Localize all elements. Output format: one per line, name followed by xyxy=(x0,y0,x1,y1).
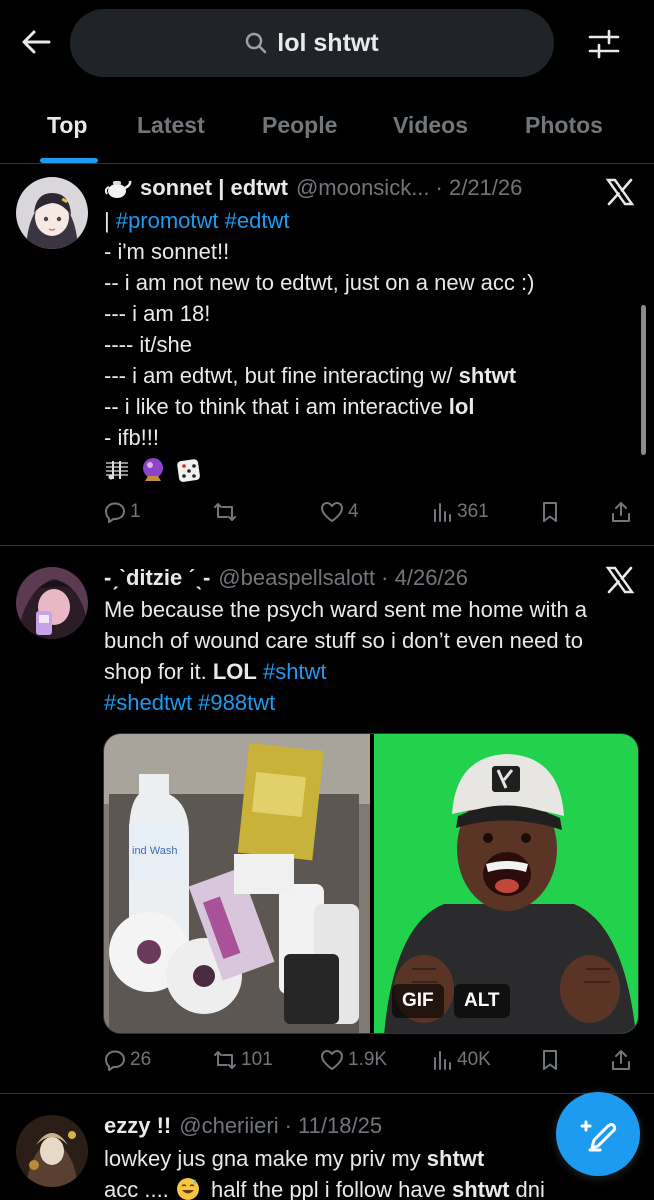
scrollbar[interactable] xyxy=(641,305,646,455)
post-text: | #promotwt #edtwt - i'm sonnet!! -- i a… xyxy=(104,205,634,486)
text-line: --- i am 18! xyxy=(104,301,211,326)
reply-count: 26 xyxy=(130,1049,152,1070)
crystal-ball-icon xyxy=(143,458,164,481)
share-button[interactable] xyxy=(610,1049,636,1071)
bookmark-icon xyxy=(543,502,557,522)
avatar[interactable] xyxy=(16,567,88,639)
text-line: -- i am not new to edtwt, just on a new … xyxy=(104,270,535,295)
hashtag-link[interactable]: #promotwt #edtwt xyxy=(116,208,290,233)
display-name[interactable]: sonnet | edtwt xyxy=(140,175,288,201)
share-button[interactable] xyxy=(610,501,636,523)
avatar[interactable] xyxy=(16,1115,88,1187)
x-logo-icon xyxy=(605,177,635,207)
tab-latest[interactable]: Latest xyxy=(137,112,205,139)
search-icon xyxy=(245,32,267,54)
share-icon xyxy=(612,502,630,522)
compose-feather-icon xyxy=(580,1120,617,1152)
highlight-term: lol xyxy=(448,394,475,419)
like-button[interactable]: 1.9K xyxy=(320,1049,387,1071)
reply-button[interactable]: 26 xyxy=(104,1049,151,1071)
view-count: 361 xyxy=(457,501,489,522)
repost-icon xyxy=(214,503,236,521)
text-line: - ifb!!! xyxy=(104,425,160,450)
post-date[interactable]: · 2/21/26 xyxy=(436,175,523,201)
user-handle[interactable]: @moonsick... xyxy=(296,175,430,201)
views-button[interactable]: 361 xyxy=(431,501,489,523)
display-name[interactable]: ezzy !! xyxy=(104,1113,171,1139)
text-line: half the ppl i follow have xyxy=(204,1177,452,1200)
media-grid: ind Wash GIF ALT xyxy=(103,733,639,1034)
bookmark-button[interactable] xyxy=(539,1049,565,1071)
text-line: lowkey jus gna make my priv my xyxy=(104,1146,427,1171)
highlight-term: shtwt xyxy=(458,363,517,388)
tab-photos[interactable]: Photos xyxy=(525,112,603,139)
reply-icon xyxy=(105,1050,125,1071)
highlight-term: shtwt xyxy=(426,1146,485,1171)
highlight-term: LOL xyxy=(212,659,257,684)
post-text: Me because the psych ward sent me home w… xyxy=(104,594,614,718)
wound-care-supplies-photo[interactable]: ind Wash xyxy=(104,734,370,1033)
reply-count: 1 xyxy=(130,501,141,522)
reply-button[interactable]: 1 xyxy=(104,501,141,523)
text-line: acc .... xyxy=(104,1177,175,1200)
text-line: Me because the psych ward sent me home w… xyxy=(104,597,588,684)
like-count: 4 xyxy=(348,501,359,522)
filter-sliders-icon[interactable] xyxy=(584,24,624,64)
share-icon xyxy=(612,1050,630,1070)
active-tab-indicator xyxy=(40,158,98,163)
gif-badge: GIF xyxy=(392,984,444,1018)
bookmark-icon xyxy=(543,1050,557,1070)
like-button[interactable]: 4 xyxy=(320,501,359,523)
musical-score-icon xyxy=(106,461,128,480)
game-die-icon xyxy=(177,459,201,482)
alt-text-button[interactable]: ALT xyxy=(454,984,510,1018)
repost-count: 101 xyxy=(241,1049,273,1070)
back-arrow-icon[interactable] xyxy=(18,24,54,60)
tab-people[interactable]: People xyxy=(262,112,337,139)
post-date[interactable]: · 4/26/26 xyxy=(381,565,468,591)
tab-top[interactable]: Top xyxy=(47,112,87,139)
hashtag-link[interactable]: #shedtwt #988twt xyxy=(104,690,275,715)
post-date[interactable]: · 11/18/25 xyxy=(285,1113,382,1139)
highlight-term: shtwt xyxy=(451,1177,510,1200)
heart-icon xyxy=(321,502,343,522)
reaction-gif[interactable]: GIF ALT xyxy=(374,734,638,1033)
display-name[interactable]: -ˏˋditzie ˊˎ- xyxy=(104,565,210,591)
search-query: lol shtwt xyxy=(277,28,379,57)
top-bar: lol shtwt xyxy=(0,0,654,88)
text-line: - i'm sonnet!! xyxy=(104,239,230,264)
repost-button[interactable] xyxy=(213,501,241,523)
avatar[interactable] xyxy=(16,177,88,249)
repost-icon xyxy=(214,1051,236,1069)
like-count: 1.9K xyxy=(348,1049,388,1070)
post-card[interactable]: ezzy !! @cheriieri · 11/18/25 lowkey jus… xyxy=(0,1095,654,1200)
post-actions: 1 4 361 xyxy=(104,501,634,531)
view-count: 40K xyxy=(457,1049,491,1070)
post-actions: 26 101 1.9K 40K xyxy=(104,1049,634,1079)
bookmark-button[interactable] xyxy=(539,501,565,523)
search-tabs: Top Latest People Videos Photos xyxy=(0,100,654,164)
sweat-smile-emoji-icon xyxy=(176,1178,199,1200)
text-line: ---- it/she xyxy=(104,332,192,357)
views-chart-icon xyxy=(434,1051,451,1070)
text-line: dni xyxy=(509,1177,545,1200)
heart-icon xyxy=(321,1050,343,1070)
text-line: -- i like to think that i am interactive xyxy=(104,394,449,419)
text-line: --- i am edtwt, but fine interacting w/ xyxy=(104,363,459,388)
views-button[interactable]: 40K xyxy=(431,1049,491,1071)
tab-videos[interactable]: Videos xyxy=(393,112,468,139)
svg-text:ind Wash: ind Wash xyxy=(132,845,177,857)
reply-icon xyxy=(105,502,125,523)
search-input[interactable]: lol shtwt xyxy=(70,9,554,77)
x-logo-icon xyxy=(605,565,635,595)
compose-post-button[interactable] xyxy=(556,1092,640,1176)
user-handle[interactable]: @cheriieri xyxy=(179,1113,278,1139)
hashtag-link[interactable]: #shtwt xyxy=(257,659,327,684)
user-handle[interactable]: @beaspellsalott xyxy=(218,565,375,591)
post-card[interactable]: sonnet | edtwt @moonsick... · 2/21/26 | … xyxy=(0,165,654,546)
repost-button[interactable]: 101 xyxy=(213,1049,273,1071)
teapot-icon xyxy=(104,176,132,200)
views-chart-icon xyxy=(434,503,451,522)
